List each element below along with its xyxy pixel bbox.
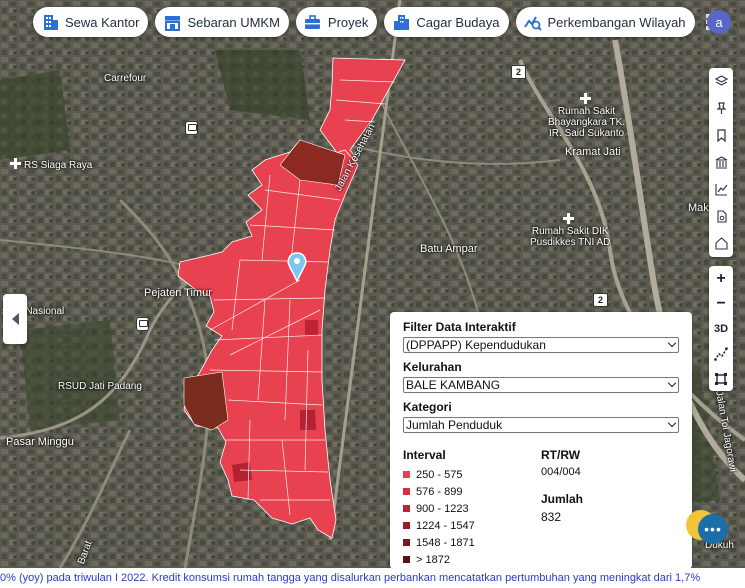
chart-search-icon [523,13,542,31]
selection-info: RT/RW 004/004 Jumlah 832 [541,448,679,568]
museum-icon[interactable] [709,149,733,176]
document-icon[interactable] [709,203,733,230]
legend-swatch [403,556,410,563]
legend-swatch [403,488,410,495]
chip-sewa-kantor-label: Sewa Kantor [65,14,140,30]
chip-sebaran-umkm[interactable]: Sebaran UMKM [155,7,289,37]
measure-icon[interactable] [709,341,733,366]
chip-cagar-budaya-label: Cagar Budaya [416,14,500,30]
legend-item: 250 - 575 [403,466,541,483]
category-chip-bar: Sewa Kantor Sebaran UMKM Proyek Cagar Bu… [33,7,722,37]
bus-stop-icon [136,317,149,331]
kategori-select[interactable]: Jumlah Penduduk [403,417,679,433]
kategori-label: Kategori [403,400,452,414]
map-tools-panel [709,68,733,257]
legend-label: 900 - 1223 [416,502,469,515]
legend-label: 1548 - 1871 [416,536,475,549]
interval-legend: Interval 250 - 575 576 - 899 900 - 1223 … [403,448,541,568]
sidebar-toggle-button[interactable] [3,294,27,344]
draw-polygon-icon[interactable] [709,366,733,391]
legend-label: 576 - 899 [416,485,463,498]
rs-bhayangkara-text: Rumah Sakit Bhayangkara TK. IR. Said Suk… [548,106,626,139]
legend-label: > 1872 [416,553,450,566]
legend-item: 900 - 1223 [403,500,541,517]
legend-item: > 1872 [403,551,541,568]
zoom-in-button[interactable]: + [709,266,733,291]
legend-swatch [403,505,410,512]
zoom-out-button[interactable]: − [709,291,733,316]
chip-cagar-budaya[interactable]: Cagar Budaya [384,7,509,37]
avatar[interactable]: a [707,10,731,34]
legend-label: 250 - 575 [416,468,463,481]
rtrw-value: 004/004 [541,466,581,478]
toggle-3d-button[interactable]: 3D [709,316,733,341]
chip-perkembangan-wilayah-label: Perkembangan Wilayah [547,14,686,30]
pin-icon[interactable] [709,95,733,122]
map-label-pejaten-timur: Pejaten Timur [144,287,212,299]
line-chart-icon[interactable] [709,176,733,203]
ticker-text: 0% (yoy) pada triwulan I 2022. Kredit ko… [0,572,701,584]
legend-item: 1224 - 1547 [403,517,541,534]
map-label-carrefour: Carrefour [104,73,147,84]
legend-swatch [403,522,410,529]
legend-item: 576 - 899 [403,483,541,500]
chip-proyek[interactable]: Proyek [295,7,378,37]
kelurahan-label: Kelurahan [403,360,462,374]
train-station-icon [185,121,198,135]
map-label-batu-ampar: Batu Ampar [420,243,478,255]
road-shield-2-north: 2 [511,65,527,79]
legend-title: Interval [403,448,446,462]
legend-item: 1548 - 1871 [403,534,541,551]
chip-sewa-kantor[interactable]: Sewa Kantor [33,7,149,37]
rtrw-label: RT/RW [541,448,581,462]
map-label-pasar-minggu: Pasar Minggu [6,436,74,448]
map-label-mak: Mak [688,202,709,214]
dataset-select[interactable]: (DPPAPP) Kependudukan [403,337,679,353]
jumlah-value: 832 [541,510,562,524]
map-label-rs-bhayangkara: Rumah Sakit Bhayangkara TK. IR. Said Suk… [548,93,625,139]
filter-panel: Filter Data Interaktif (DPPAPP) Kependud… [390,312,692,569]
rs-siaga-raya-text: RS Siaga Raya [24,160,93,171]
building-icon [41,13,59,31]
filter-panel-title: Filter Data Interaktif [403,320,516,334]
news-ticker: 0% (yoy) pada triwulan I 2022. Kredit ko… [0,568,745,588]
road-shield-2-south: 2 [593,293,609,307]
jumlah-label: Jumlah [541,492,584,506]
store-icon [163,13,181,31]
rs-dik-text: Rumah Sakit DIK Pusdikkes TNI AD [530,226,611,248]
chip-proyek-label: Proyek [327,14,369,30]
layers-icon[interactable] [709,68,733,95]
kelurahan-select[interactable]: BALE KAMBANG [403,377,679,393]
map-label-kramat-jati: Kramat Jati [565,146,621,158]
map-label-rs-siaga-raya: RS Siaga Raya [10,158,92,171]
zoom-controls: + − 3D [709,266,733,391]
briefcase-icon [304,13,322,31]
legend-swatch [403,539,410,546]
map-label-rs-dik: Rumah Sakit DIK Pusdikkes TNI AD [530,213,610,248]
chip-perkembangan-wilayah[interactable]: Perkembangan Wilayah [515,7,695,37]
legend-label: 1224 - 1547 [416,519,475,532]
map-label-rsud-jati-padang: RSUD Jati Padang [58,381,142,392]
city-icon [392,13,410,31]
home-icon[interactable] [709,230,733,257]
bookmark-icon[interactable] [709,122,733,149]
chip-sebaran-umkm-label: Sebaran UMKM [187,14,280,30]
chat-icon[interactable]: ••• [698,514,728,544]
legend-swatch [403,471,410,478]
